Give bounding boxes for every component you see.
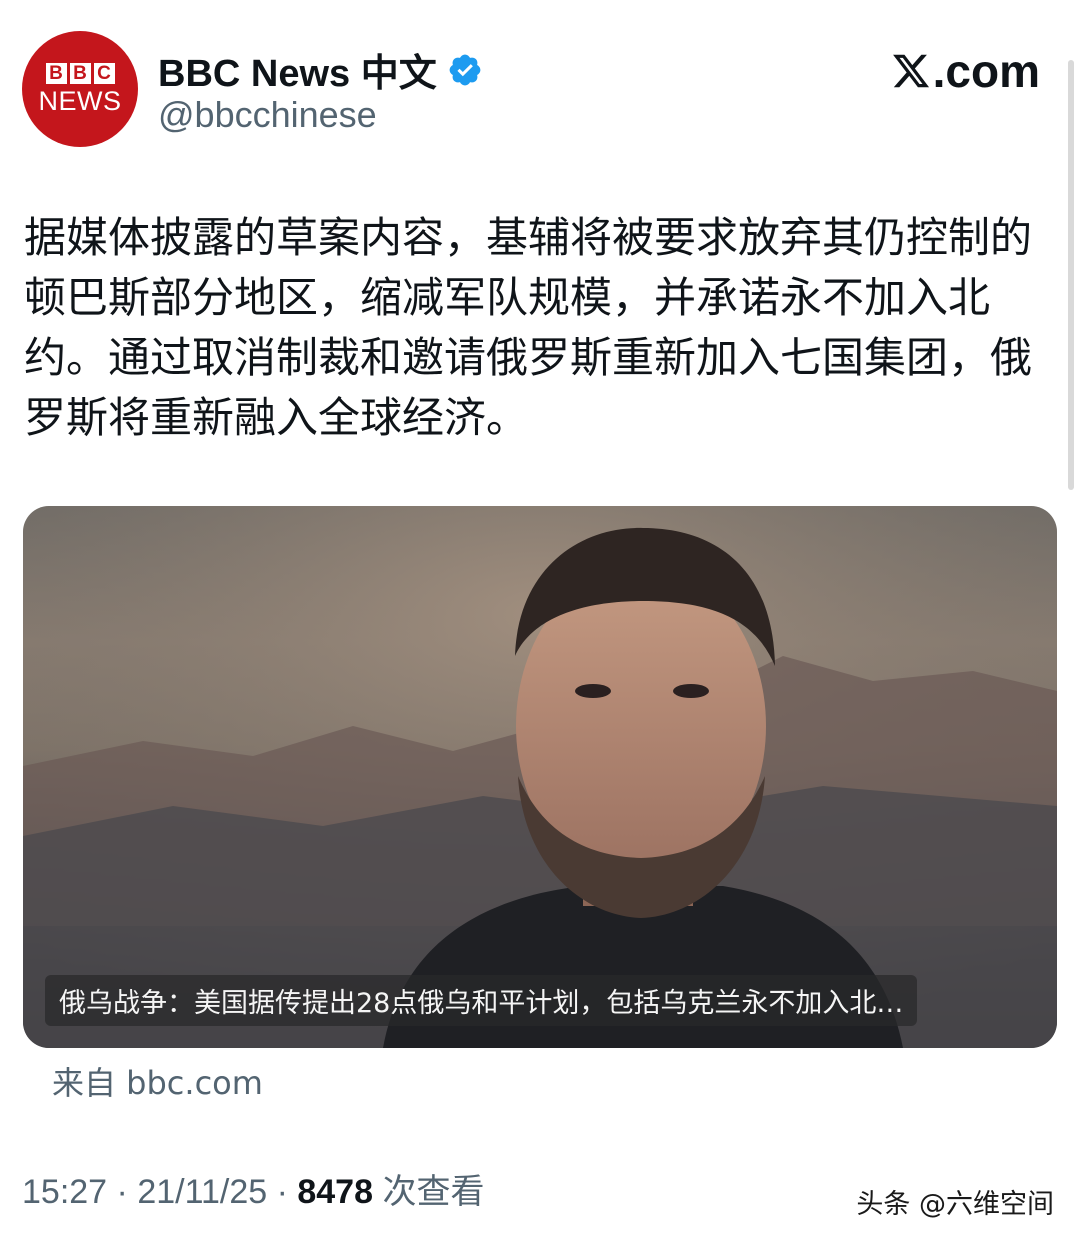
avatar[interactable]: B B C NEWS: [22, 31, 138, 147]
scrollbar[interactable]: [1068, 60, 1074, 490]
meta-separator: ·: [267, 1173, 298, 1211]
x-logo-icon: [892, 54, 929, 88]
post-date[interactable]: 21/11/25: [137, 1173, 267, 1211]
bbc-logo-letter: C: [93, 63, 115, 84]
left-eye: [575, 684, 611, 698]
verified-badge-icon: [449, 54, 481, 85]
watermark: 头条 @六维空间: [856, 1189, 1054, 1220]
post-time[interactable]: 15:27: [22, 1173, 107, 1211]
bbc-logo: B B C: [45, 63, 115, 84]
x-brand-logo: .com: [891, 44, 1040, 98]
meta-separator: ·: [107, 1173, 138, 1211]
right-eye: [673, 684, 709, 698]
display-name-text: BBC News 中文: [158, 53, 437, 95]
views-count: 8478: [297, 1173, 373, 1211]
card-caption: 俄乌战争：美国据传提出28点俄乌和平计划，包括乌克兰永不加入北…: [45, 975, 918, 1026]
link-source[interactable]: 来自 bbc.com: [52, 1058, 263, 1104]
views-label: 次查看: [382, 1173, 485, 1211]
bbc-logo-letter: B: [69, 63, 91, 84]
x-brand-domain: .com: [932, 45, 1040, 97]
account-display-name[interactable]: BBC News 中文: [158, 42, 483, 97]
account-handle[interactable]: @bbcchinese: [158, 94, 377, 136]
card-image: [23, 506, 1057, 1048]
news-logo-text: NEWS: [38, 86, 122, 116]
link-card[interactable]: 俄乌战争：美国据传提出28点俄乌和平计划，包括乌克兰永不加入北…: [23, 506, 1057, 1048]
post-meta: 15:27 · 21/11/25 · 8478 次查看: [22, 1164, 484, 1213]
post-text: 据媒体披露的草案内容，基辅将被要求放弃其仍控制的顿巴斯部分地区，缩减军队规模，并…: [24, 213, 1033, 442]
bbc-logo-letter: B: [45, 63, 67, 84]
